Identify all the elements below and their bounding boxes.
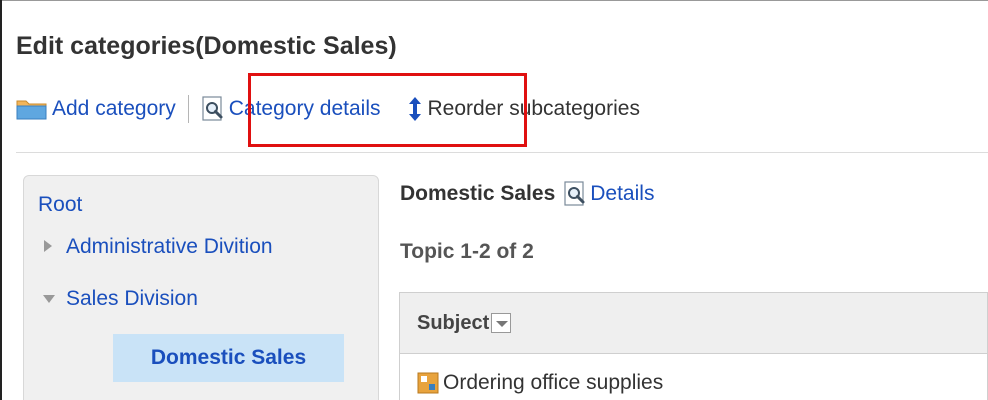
page-title: Edit categories(Domestic Sales) <box>16 32 397 60</box>
collapse-arrow-icon[interactable] <box>42 287 56 311</box>
current-folder-name: Domestic Sales <box>400 182 556 205</box>
add-category-button[interactable]: Add category <box>16 97 176 121</box>
tree-item-administrative-divition[interactable]: Administrative Divition <box>42 235 273 259</box>
table-row[interactable]: Ordering office supplies <box>400 354 987 400</box>
folder-details-link[interactable]: Details <box>563 181 654 207</box>
sort-dropdown-icon[interactable] <box>491 313 512 333</box>
topic-count: Topic 1-2 of 2 <box>400 240 534 263</box>
toolbar-separator <box>187 95 189 123</box>
topic-icon <box>417 372 439 394</box>
folder-heading: Domestic Sales Details <box>400 181 654 207</box>
add-category-label: Add category <box>52 97 176 120</box>
document-magnifier-icon <box>201 96 225 122</box>
column-subject-header: Subject <box>417 311 490 334</box>
window-top-edge <box>0 0 988 1</box>
window-left-edge <box>0 0 2 400</box>
document-magnifier-icon <box>563 181 587 207</box>
tree-item-sales-division[interactable]: Sales Division <box>42 287 198 311</box>
tree-root-link[interactable]: Root <box>38 193 82 217</box>
folder-add-icon <box>16 98 48 120</box>
highlight-annotation-box <box>248 73 527 147</box>
table-header: Subject <box>400 293 987 354</box>
tree-item-label: Administrative Divition <box>66 235 273 258</box>
tree-item-domestic-sales-selected[interactable]: Domestic Sales <box>113 334 344 382</box>
expand-arrow-icon[interactable] <box>42 235 56 259</box>
details-link-label: Details <box>590 182 655 205</box>
tree-item-label: Sales Division <box>66 287 198 310</box>
divider <box>16 152 988 153</box>
topics-table: Subject Ordering office supplies <box>399 292 988 400</box>
topic-subject-link[interactable]: Ordering office supplies <box>443 371 663 395</box>
